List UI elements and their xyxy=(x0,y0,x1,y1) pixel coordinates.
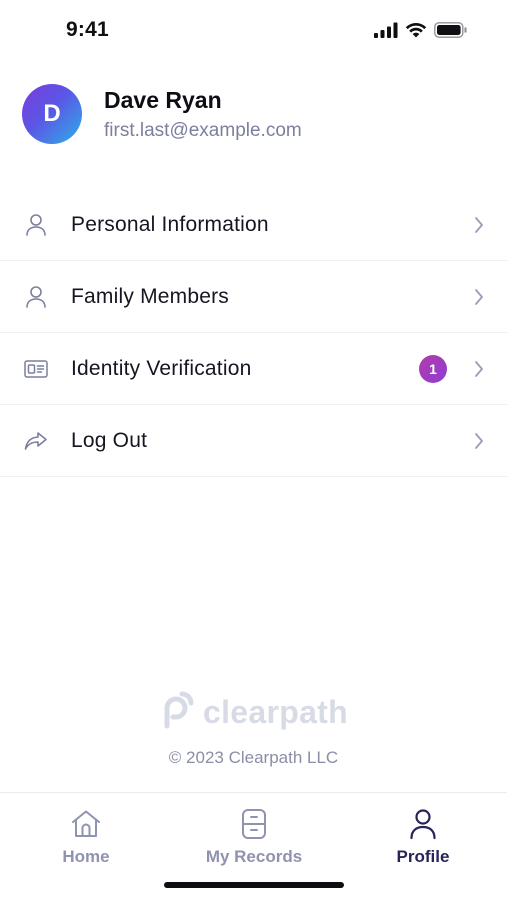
clearpath-logo-icon xyxy=(159,690,197,735)
menu-item-identity-verification[interactable]: Identity Verification 1 xyxy=(0,333,507,405)
tab-profile[interactable]: Profile xyxy=(353,807,493,867)
person-icon xyxy=(24,213,48,237)
share-arrow-icon xyxy=(24,429,48,453)
home-icon xyxy=(69,807,103,841)
chevron-right-icon xyxy=(471,287,487,307)
chevron-right-icon xyxy=(471,431,487,451)
menu-item-label: Identity Verification xyxy=(71,356,252,380)
status-bar: 9:41 xyxy=(0,0,507,62)
tab-my-records[interactable]: My Records xyxy=(184,807,324,867)
menu-item-personal-information[interactable]: Personal Information xyxy=(0,189,507,261)
status-time: 9:41 xyxy=(66,18,109,41)
menu-item-label: Log Out xyxy=(71,428,148,452)
menu-item-log-out[interactable]: Log Out xyxy=(0,405,507,477)
tab-home[interactable]: Home xyxy=(16,807,156,867)
status-icons xyxy=(374,22,467,43)
profile-screen: 9:41 D Dave Ryan first.last@example.com … xyxy=(0,0,507,900)
cellular-signal-icon xyxy=(374,22,398,43)
avatar[interactable]: D xyxy=(22,84,82,144)
notification-badge: 1 xyxy=(419,354,447,383)
copyright-text: © 2023 Clearpath LLC xyxy=(168,748,339,767)
brand-lockup: clearpath xyxy=(159,690,348,735)
home-indicator[interactable] xyxy=(164,882,344,888)
menu-item-family-members[interactable]: Family Members xyxy=(0,261,507,333)
tab-label: My Records xyxy=(205,847,303,866)
person-icon xyxy=(24,285,48,309)
brand-name: clearpath xyxy=(203,694,348,730)
menu-item-label: Family Members xyxy=(71,284,229,308)
profile-icon xyxy=(406,807,440,841)
wifi-icon xyxy=(405,22,427,43)
profile-text: Dave Ryan first.last@example.com xyxy=(104,86,302,143)
battery-icon xyxy=(434,22,467,43)
profile-header: D Dave Ryan first.last@example.com xyxy=(22,84,302,144)
menu-item-label: Personal Information xyxy=(71,212,269,236)
chevron-right-icon xyxy=(471,359,487,379)
records-icon xyxy=(237,807,271,841)
chevron-right-icon xyxy=(471,215,487,235)
profile-email: first.last@example.com xyxy=(104,119,302,141)
brand-logo: clearpath xyxy=(0,690,507,735)
id-card-icon xyxy=(24,357,48,381)
profile-name: Dave Ryan xyxy=(104,86,222,113)
profile-menu: Personal Information Family Members Iden… xyxy=(0,189,507,477)
tab-label: Home xyxy=(62,847,110,866)
tab-label: Profile xyxy=(396,847,450,866)
